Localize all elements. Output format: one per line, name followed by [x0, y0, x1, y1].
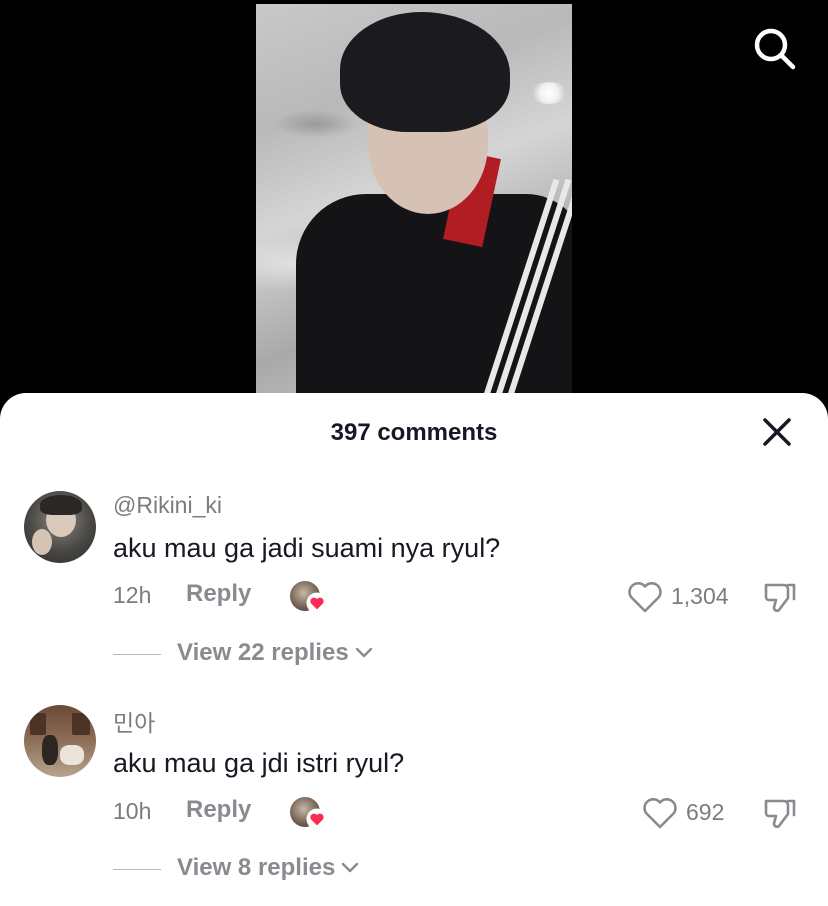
app-screen: 397 comments @Rikini_ki aku mau ga jadi … [0, 0, 828, 906]
chevron-down-icon [355, 647, 372, 658]
dislike-button[interactable] [762, 795, 798, 831]
comment-username[interactable]: 민아 [113, 704, 155, 738]
reply-button[interactable]: Reply [186, 796, 251, 824]
avatar-person [42, 735, 58, 765]
like-button[interactable] [642, 796, 678, 830]
thumbs-down-icon [764, 583, 796, 613]
comments-sheet: 397 comments @Rikini_ki aku mau ga jadi … [0, 393, 828, 906]
reply-button[interactable]: Reply [186, 580, 251, 608]
search-button[interactable] [752, 26, 798, 72]
avatar-person [60, 745, 84, 765]
avatar-door [30, 713, 46, 735]
dislike-button[interactable] [762, 579, 798, 615]
replies-divider [113, 654, 161, 655]
close-button[interactable] [762, 417, 792, 447]
view-replies-button[interactable]: View 8 replies [177, 854, 359, 882]
avatar[interactable] [24, 705, 96, 777]
comment-time: 12h [113, 582, 152, 608]
comment-username[interactable]: @Rikini_ki [113, 492, 222, 519]
avatar-hair [40, 495, 82, 515]
avatar-door [72, 713, 90, 735]
search-icon [754, 28, 796, 70]
view-replies-button[interactable]: View 22 replies [177, 639, 373, 667]
like-button[interactable] [627, 580, 663, 614]
view-replies-label: View 8 replies [177, 854, 336, 881]
comment-text: aku mau ga jadi suami nya ryul? [113, 533, 501, 563]
avatar[interactable] [24, 491, 96, 563]
avatar-hand [32, 529, 52, 555]
heart-outline-icon [643, 798, 677, 829]
like-count: 1,304 [671, 583, 729, 609]
video-person-hair [340, 12, 510, 132]
video-light [530, 82, 568, 104]
heart-icon [306, 808, 328, 830]
chevron-down-icon [342, 862, 359, 873]
close-icon [763, 418, 791, 446]
heart-outline-icon [628, 582, 662, 613]
comments-count-title: 397 comments [330, 419, 498, 446]
replies-divider [113, 869, 161, 870]
thumbs-down-icon [764, 799, 796, 829]
view-replies-label: View 22 replies [177, 639, 349, 666]
like-count: 692 [686, 799, 725, 825]
comment-time: 10h [113, 798, 152, 824]
comment-text: aku mau ga jdi istri ryul? [113, 748, 405, 778]
heart-icon [306, 592, 328, 614]
video-player[interactable] [256, 4, 572, 404]
